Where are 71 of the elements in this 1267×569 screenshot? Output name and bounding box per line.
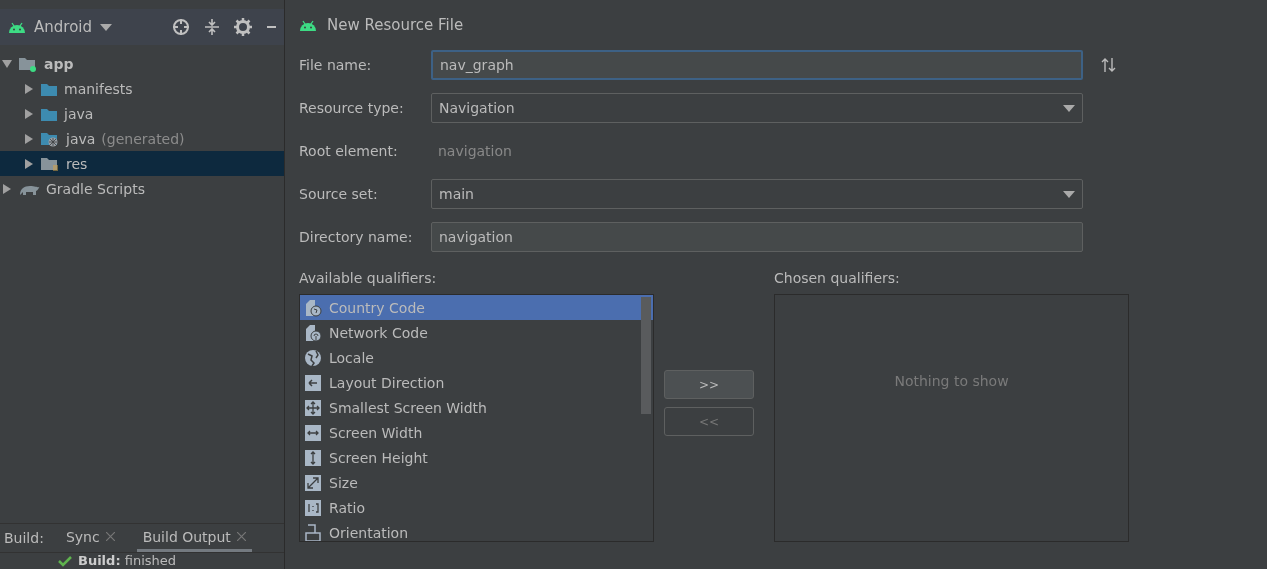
android-icon	[8, 21, 26, 33]
field-label: Directory name:	[299, 229, 414, 245]
checkmark-icon	[58, 555, 72, 567]
field-label: Resource type:	[299, 100, 405, 116]
android-icon	[299, 19, 317, 31]
ratio-qualifier-icon	[304, 498, 322, 517]
field-label: Source set:	[299, 186, 379, 202]
close-icon[interactable]	[105, 532, 115, 541]
qualifier-item[interactable]: Size	[300, 470, 653, 495]
size-qualifier-icon	[304, 473, 322, 492]
collapse-arrow-icon[interactable]	[2, 57, 12, 70]
dropdown-caret-icon	[1063, 190, 1075, 198]
direction-qualifier-icon	[304, 373, 322, 392]
add-qualifier-button[interactable]: >>	[664, 370, 754, 399]
tree-item-label: java	[66, 130, 96, 147]
dropdown-caret-icon	[1063, 104, 1075, 112]
text-field[interactable]: nav_graph	[431, 50, 1083, 80]
tree-item-label: res	[66, 155, 88, 172]
qualifier-item[interactable]: Screen Width	[300, 420, 653, 445]
expand-arrow-icon[interactable]	[24, 132, 34, 145]
field-value: navigation	[437, 142, 513, 161]
sort-arrows-icon[interactable]	[1101, 57, 1117, 73]
view-selector[interactable]: Android	[8, 18, 112, 36]
chosen-qualifiers-label: Chosen qualifiers:	[774, 270, 901, 288]
tree-row[interactable]: java	[0, 101, 284, 126]
expand-arrow-icon[interactable]	[2, 182, 12, 195]
field-label: File name:	[299, 57, 373, 73]
dialog-title: New Resource File	[327, 16, 464, 34]
tree-item-label: java	[64, 105, 94, 122]
move-qualifier-icon	[304, 398, 322, 417]
dropdown[interactable]: main	[431, 179, 1083, 209]
tree-item-label: manifests	[64, 80, 133, 97]
expand-arrow-icon[interactable]	[24, 157, 34, 170]
folder-icon	[40, 130, 60, 147]
tree-item-label: app	[44, 55, 74, 72]
expand-arrow-icon[interactable]	[24, 82, 34, 95]
resource-folder-icon	[40, 155, 60, 172]
empty-list-text: Nothing to show	[894, 372, 1009, 389]
qualifier-item[interactable]: Orientation	[300, 520, 653, 541]
network-qualifier-icon	[304, 323, 322, 342]
qualifier-item[interactable]: Ratio	[300, 495, 653, 520]
tree-row[interactable]: Gradle Scripts	[0, 176, 284, 201]
globe-icon	[304, 348, 322, 367]
tree-row[interactable]: manifests	[0, 76, 284, 101]
country-qualifier-icon	[304, 298, 322, 317]
tree-item-suffix: (generated)	[101, 130, 185, 147]
build-status-text: Build: finished	[78, 553, 177, 569]
collapse-all-icon[interactable]	[204, 18, 220, 36]
module-folder-icon	[18, 55, 38, 72]
text-field[interactable]: navigation	[431, 222, 1083, 252]
close-icon[interactable]	[236, 532, 246, 541]
tree-row[interactable]: java (generated)	[0, 126, 284, 151]
settings-icon[interactable]	[234, 18, 252, 36]
tree-row[interactable]: app	[0, 51, 284, 76]
hwidth-qualifier-icon	[304, 423, 322, 442]
qualifier-item[interactable]: Screen Height	[300, 445, 653, 470]
vheight-qualifier-icon	[304, 448, 322, 467]
panel-tab[interactable]: Build Output	[136, 524, 252, 552]
dropdown[interactable]: Navigation	[431, 93, 1083, 123]
panel-title: Build:	[4, 530, 44, 546]
panel-tab[interactable]: Sync	[59, 524, 121, 552]
dropdown-caret-icon	[100, 23, 112, 31]
expand-arrow-icon[interactable]	[24, 107, 34, 120]
orientation-icon	[304, 523, 322, 541]
available-qualifiers-label: Available qualifiers:	[299, 270, 438, 288]
tree-row[interactable]: res	[0, 151, 284, 176]
field-label: Root element:	[299, 143, 399, 159]
scrollbar-thumb[interactable]	[641, 297, 651, 414]
crosshair-icon[interactable]	[172, 18, 190, 36]
qualifier-item[interactable]: Layout Direction	[300, 370, 653, 395]
tree-item-label: Gradle Scripts	[46, 180, 145, 197]
